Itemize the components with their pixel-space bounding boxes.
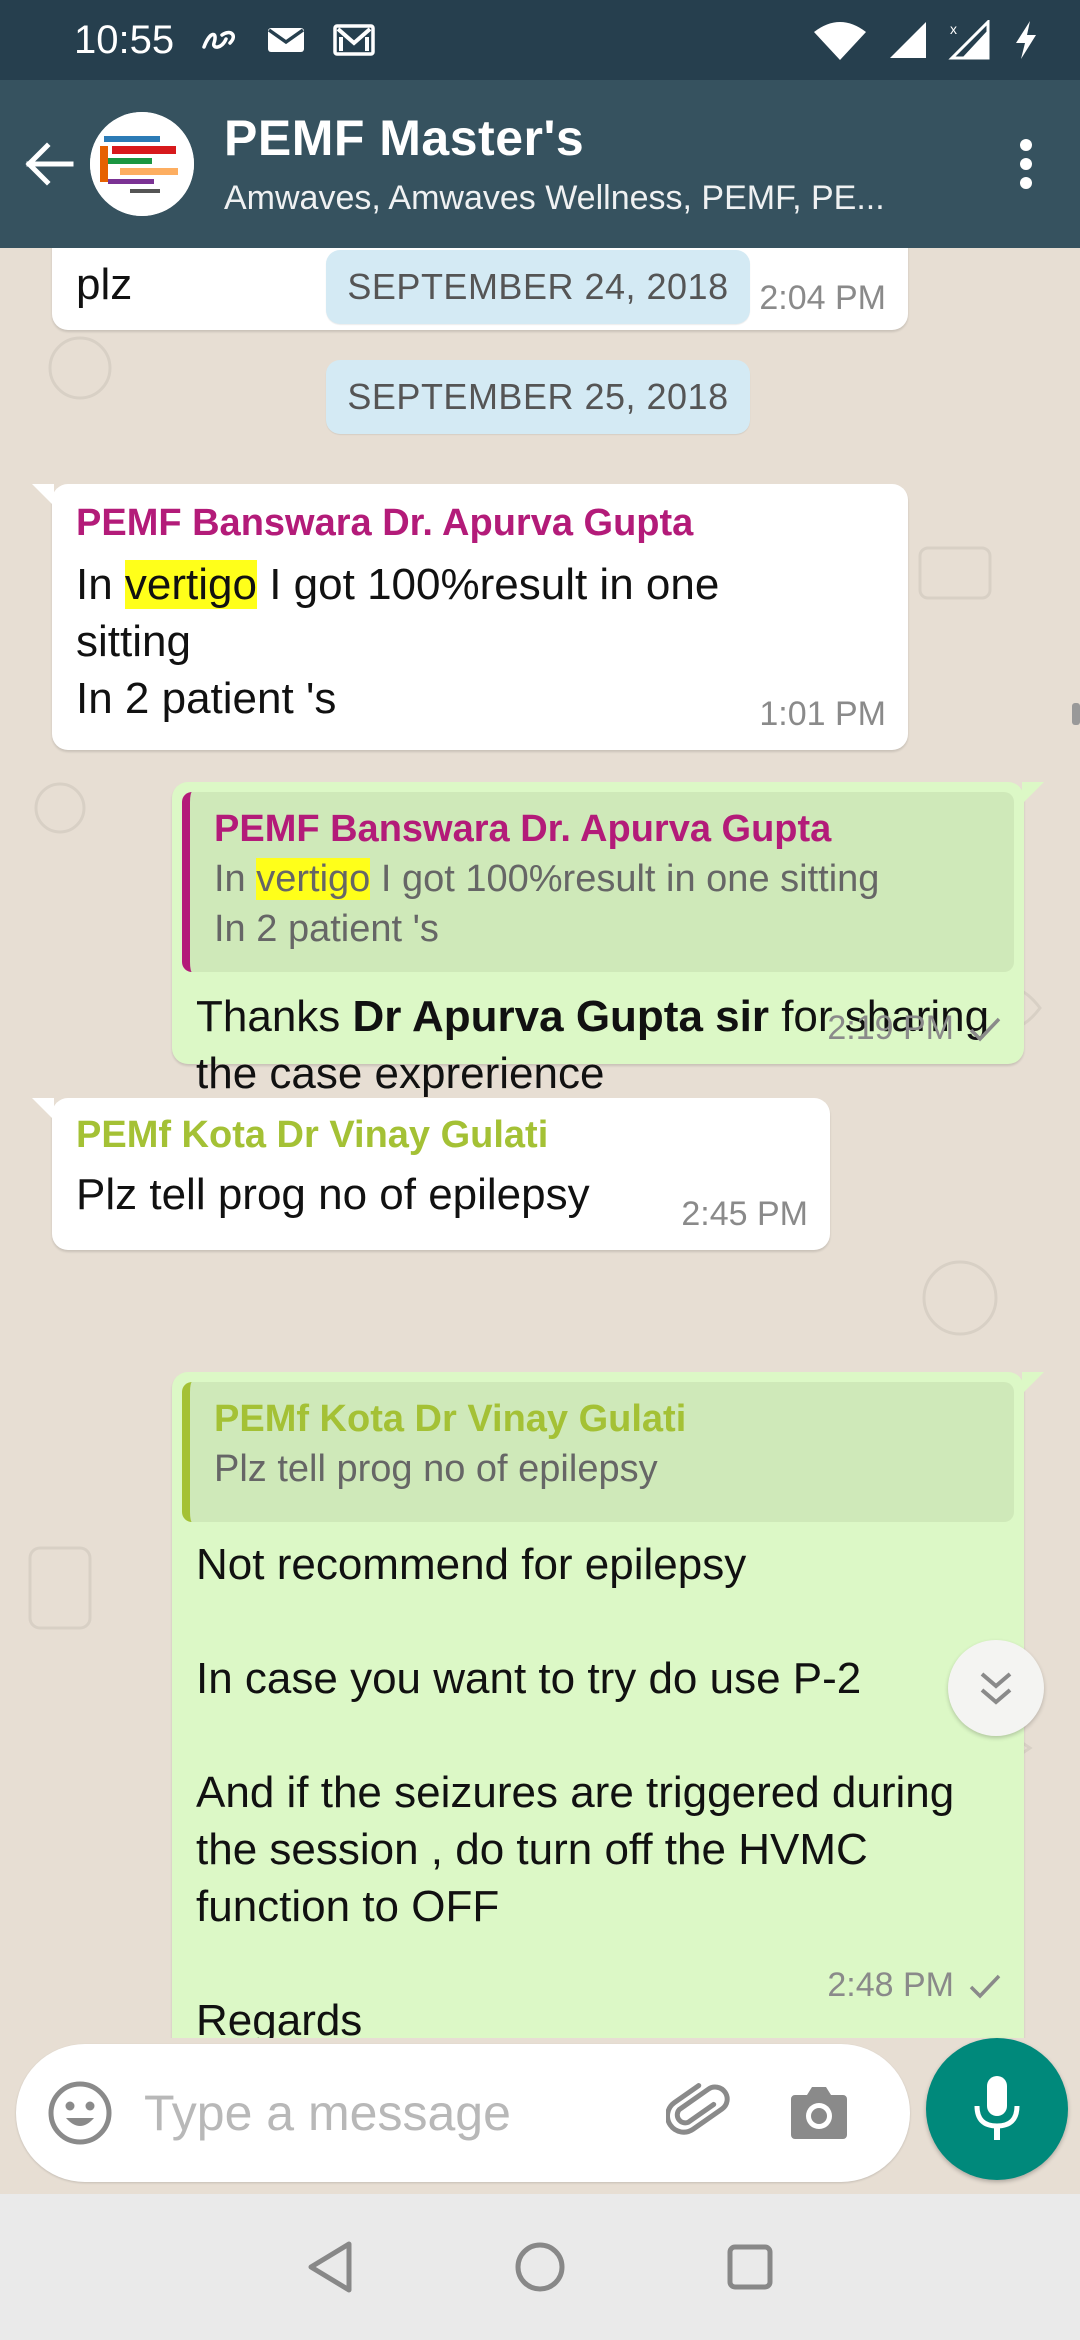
- wifi-icon: [812, 20, 868, 60]
- signal-x-icon: x: [948, 20, 992, 60]
- status-time: 10:55: [74, 17, 175, 62]
- camera-icon: [791, 2087, 847, 2139]
- check-icon: [969, 1017, 1001, 1042]
- microphone-icon: [974, 2076, 1020, 2140]
- scroll-to-bottom-button[interactable]: [948, 1640, 1044, 1736]
- search-highlight: vertigo: [256, 858, 371, 900]
- compose-bar: [0, 2038, 1080, 2194]
- quoted-text: In vertigo I got 100%result in one sitti…: [214, 858, 880, 950]
- circle-home-icon: [515, 2242, 565, 2292]
- quoted-sender: PEMf Kota Dr Vinay Gulati: [214, 1398, 687, 1440]
- message-bubble[interactable]: PEMf Kota Dr Vinay Gulati Plz tell prog …: [32, 1098, 830, 1250]
- group-avatar[interactable]: [90, 112, 194, 216]
- word-cloud-icon: [90, 112, 194, 216]
- nav-home-button[interactable]: [510, 2237, 570, 2297]
- paperclip-icon: [666, 2083, 730, 2135]
- search-highlight: vertigo: [124, 560, 257, 609]
- emoji-icon: [48, 2081, 112, 2145]
- charging-icon: [1012, 19, 1040, 61]
- quoted-message[interactable]: PEMF Banswara Dr. Apurva Gupta In vertig…: [182, 792, 1014, 972]
- quoted-text: Plz tell prog no of epilepsy: [214, 1448, 658, 1490]
- message-bubble[interactable]: PEMF Banswara Dr. Apurva Gupta In vertig…: [32, 484, 908, 750]
- mail-icon: [266, 25, 306, 55]
- message-time: 2:19 PM: [827, 1009, 1002, 1048]
- svg-text:x: x: [950, 21, 957, 37]
- message-text: Plz tell prog no of epilepsy: [76, 1170, 590, 1219]
- sender-name[interactable]: PEMf Kota Dr Vinay Gulati: [76, 1110, 548, 1160]
- message-text: In vertigo I got 100%result in one sitti…: [76, 560, 720, 723]
- chat-header[interactable]: PEMF Master's Amwaves, Amwaves Wellness,…: [0, 80, 1080, 248]
- status-bar: 10:55 x: [0, 0, 1080, 80]
- message-bubble-outgoing[interactable]: PEMF Banswara Dr. Apurva Gupta In vertig…: [172, 782, 1044, 1098]
- date-divider: SEPTEMBER 24, 2018: [326, 250, 750, 324]
- message-time: 2:45 PM: [681, 1195, 808, 1233]
- back-button[interactable]: [6, 114, 92, 214]
- camera-button[interactable]: [784, 2078, 854, 2148]
- message-text: plz: [76, 260, 133, 309]
- more-options-button[interactable]: [1006, 114, 1046, 214]
- more-vert-icon: [1020, 139, 1032, 189]
- message-time: 2:48 PM: [827, 1966, 1002, 2005]
- attach-button[interactable]: [664, 2078, 734, 2148]
- message-input[interactable]: [144, 2084, 644, 2142]
- group-members[interactable]: Amwaves, Amwaves Wellness, PEMF, PE...: [224, 175, 944, 221]
- chat-area[interactable]: plz 2:04 PM SEPTEMBER 24, 2018 SEPTEMBER…: [0, 248, 1080, 2038]
- arrow-back-icon: [25, 142, 74, 186]
- voice-record-button[interactable]: [926, 2038, 1068, 2180]
- quoted-message[interactable]: PEMf Kota Dr Vinay Gulati Plz tell prog …: [182, 1382, 1014, 1522]
- link-icon: [200, 25, 240, 55]
- nav-recents-button[interactable]: [720, 2237, 780, 2297]
- date-divider: SEPTEMBER 25, 2018: [326, 360, 750, 434]
- sender-name[interactable]: PEMF Banswara Dr. Apurva Gupta: [76, 498, 693, 548]
- double-chevron-down-icon: [980, 1672, 1012, 1705]
- check-icon: [969, 1974, 1001, 1999]
- quoted-sender: PEMF Banswara Dr. Apurva Gupta: [214, 808, 832, 850]
- message-time: 2:04 PM: [759, 279, 886, 317]
- message-text: Not recommend for epilepsy In case you w…: [196, 1540, 955, 2038]
- square-recents-icon: [727, 2244, 773, 2290]
- triangle-back-icon: [308, 2241, 352, 2293]
- scrollbar-thumb[interactable]: [1072, 703, 1080, 725]
- emoji-button[interactable]: [46, 2079, 114, 2147]
- nav-back-button[interactable]: [300, 2237, 360, 2297]
- group-title[interactable]: PEMF Master's: [224, 107, 944, 169]
- message-input-container[interactable]: [16, 2044, 910, 2182]
- message-time: 1:01 PM: [759, 695, 886, 733]
- gmail-icon: [332, 23, 376, 57]
- message-bubble-outgoing[interactable]: PEMf Kota Dr Vinay Gulati Plz tell prog …: [172, 1372, 1044, 2038]
- system-nav-bar: [0, 2194, 1080, 2340]
- signal-icon: [888, 20, 928, 60]
